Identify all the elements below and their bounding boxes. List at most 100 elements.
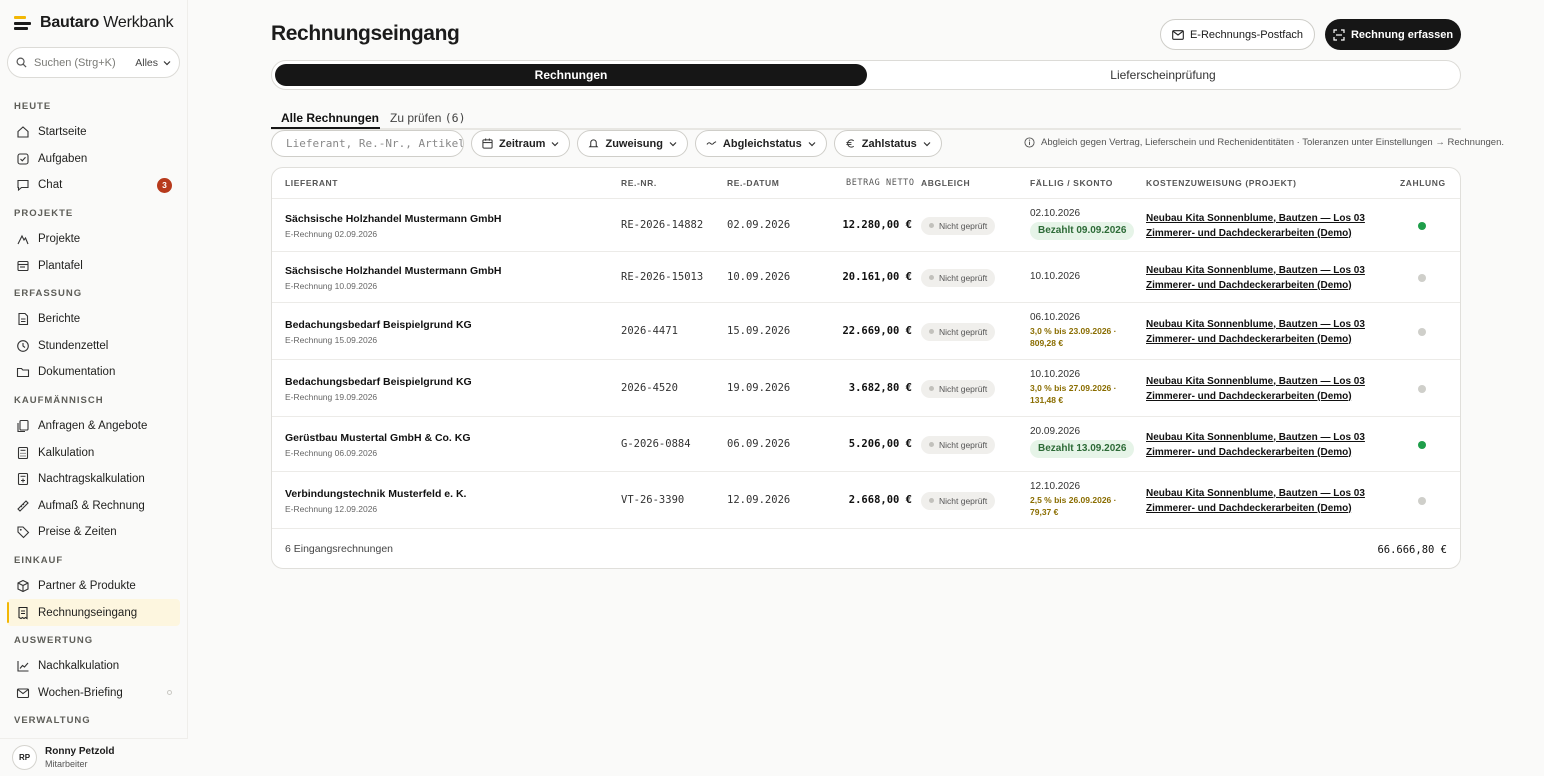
nav-item-berichte[interactable]: Berichte (0, 306, 188, 333)
user-name: Ronny Petzold (45, 746, 115, 757)
search-input[interactable]: Suchen (Strg+K) (34, 57, 135, 69)
supplier-cell: Verbindungstechnik Musterfeld e. K. E-Re… (285, 488, 466, 514)
invoice-number: G-2026-0884 (621, 437, 691, 450)
nav-item-partner-produkte[interactable]: Partner & Produkte (0, 573, 188, 600)
nav-item-anfragen-angebote[interactable]: Anfragen & Angebote (0, 413, 188, 440)
nav-section-verwaltung: VERWALTUNG (14, 715, 91, 727)
filter-match-status[interactable]: Abgleichstatus (694, 130, 827, 157)
payment-status-dot[interactable] (1418, 221, 1426, 230)
nav-item-aufmass-rechnung[interactable]: Aufmaß & Rechnung (0, 493, 188, 520)
table-row[interactable]: Verbindungstechnik Musterfeld e. K. E-Re… (272, 472, 1460, 529)
net-amount: 20.161,00 € (842, 270, 912, 283)
user-menu[interactable]: RP Ronny Petzold Mitarbeiter (0, 738, 188, 776)
nav-section-kaufmaennisch: KAUFMÄNNISCH (14, 394, 104, 406)
global-search[interactable]: Suchen (Strg+K) Alles (7, 47, 180, 78)
invoice-search-input[interactable]: Lieferant, Re.-Nr., Artikel (286, 137, 463, 150)
nav-item-nachtragskalkulation[interactable]: Nachtragskalkulation (0, 466, 188, 493)
status-dot-icon (929, 223, 934, 228)
nav-item-stundenzettel[interactable]: Stundenzettel (0, 333, 188, 360)
project-link[interactable]: Neubau Kita Sonnenblume, Bautzen — Los 0… (1146, 430, 1365, 460)
col-net[interactable]: BETRAG NETTO (846, 178, 915, 188)
chevron-down-icon (669, 141, 677, 146)
project-link[interactable]: Neubau Kita Sonnenblume, Bautzen — Los 0… (1146, 317, 1365, 347)
filter-pay-status[interactable]: Zahlstatus (833, 130, 942, 157)
tab-all-invoices[interactable]: Alle Rechnungen (281, 111, 379, 125)
supplier-name[interactable]: Bedachungsbedarf Beispielgrund KG (285, 376, 472, 388)
supplier-name[interactable]: Sächsische Holzhandel Mustermann GmbH (285, 213, 501, 225)
nav-item-chat[interactable]: Chat 3 (0, 172, 188, 199)
nav-item-preise-zeiten[interactable]: Preise & Zeiten (0, 519, 188, 546)
table-row[interactable]: Bedachungsbedarf Beispielgrund KG E-Rech… (272, 360, 1460, 417)
col-number[interactable]: RE.-NR. (621, 178, 657, 188)
table-row[interactable]: Sächsische Holzhandel Mustermann GmbH E-… (272, 252, 1460, 303)
main-content: Rechnungseingang E-Rechnungs-Postfach Re… (188, 0, 1544, 776)
nav-item-dokumentation[interactable]: Dokumentation (0, 359, 188, 386)
brand[interactable]: Bautaro Werkbank (14, 14, 174, 32)
search-scope[interactable]: Alles (135, 57, 158, 69)
nav-section-heute: HEUTE (14, 101, 52, 112)
supplier-name[interactable]: Verbindungstechnik Musterfeld e. K. (285, 488, 466, 500)
payment-status-dot[interactable] (1418, 440, 1426, 449)
segment-delivery-check[interactable]: Lieferscheinprüfung (867, 64, 1459, 86)
invoice-date: 15.09.2026 (727, 324, 791, 337)
table-row[interactable]: Sächsische Holzhandel Mustermann GmbH E-… (272, 199, 1460, 252)
nav-item-rechnungseingang[interactable]: Rechnungseingang (7, 599, 180, 626)
nav-item-startseite[interactable]: Startseite (0, 119, 188, 146)
payment-status-dot[interactable] (1418, 327, 1426, 336)
e-invoice-mailbox-button[interactable]: E-Rechnungs-Postfach (1160, 19, 1315, 50)
ruler-icon (16, 499, 30, 513)
payment-status-dot[interactable] (1418, 496, 1426, 505)
supplier-cell: Bedachungsbedarf Beispielgrund KG E-Rech… (285, 319, 472, 345)
chevron-down-icon (923, 141, 931, 146)
chevron-down-icon (552, 141, 559, 146)
status-dot-icon (929, 498, 934, 503)
due-cell: 12.10.2026 2,5 % bis 26.09.2026 · 79,37 € (1030, 481, 1116, 518)
project-link[interactable]: Neubau Kita Sonnenblume, Bautzen — Los 0… (1146, 374, 1365, 404)
nav-item-wochen-briefing[interactable]: Wochen-Briefing (0, 680, 188, 707)
main-nav: HEUTE Startseite Aufgaben Chat 3 PROJEKT… (0, 92, 188, 736)
col-supplier[interactable]: LIEFERANT (285, 178, 338, 188)
payment-status-dot[interactable] (1418, 384, 1426, 393)
filter-assignment[interactable]: Zuweisung (577, 130, 688, 157)
project-link[interactable]: Neubau Kita Sonnenblume, Bautzen — Los 0… (1146, 263, 1365, 293)
net-amount: 2.668,00 € (848, 493, 912, 506)
tab-to-review[interactable]: Zu prüfen (6) (390, 111, 466, 125)
col-payment[interactable]: ZAHLUNG (1400, 178, 1446, 188)
nav-section-einkauf: EINKAUF (14, 554, 64, 566)
copy-icon (16, 419, 30, 433)
payment-status-dot[interactable] (1418, 273, 1426, 282)
nav-item-kalkulation[interactable]: Kalkulation (0, 439, 188, 466)
col-date[interactable]: RE.-DATUM (727, 178, 779, 188)
invoice-source: E-Rechnung 06.09.2026 (285, 447, 378, 458)
chevron-down-icon (808, 141, 816, 146)
nav-item-nachkalkulation[interactable]: Nachkalkulation (0, 653, 188, 680)
status-dot-icon (167, 690, 172, 696)
nav-item-plantafel[interactable]: Plantafel (0, 252, 188, 279)
col-due[interactable]: FÄLLIG / SKONTO (1030, 178, 1113, 188)
checkbox-icon (16, 152, 30, 166)
net-amount: 22.669,00 € (842, 324, 912, 337)
invoice-search-field[interactable]: Lieferant, Re.-Nr., Artikel (271, 130, 464, 157)
invoice-source: E-Rechnung 02.09.2026 (285, 228, 378, 239)
invoice-date: 10.09.2026 (727, 270, 791, 283)
supplier-name[interactable]: Gerüstbau Mustertal GmbH & Co. KG (285, 432, 471, 444)
project-link[interactable]: Neubau Kita Sonnenblume, Bautzen — Los 0… (1146, 486, 1365, 516)
due-cell: 10.10.2026 3,0 % bis 27.09.2026 · 131,48 … (1030, 369, 1116, 406)
capture-invoice-button[interactable]: Rechnung erfassen (1325, 19, 1461, 50)
project-link[interactable]: Neubau Kita Sonnenblume, Bautzen — Los 0… (1146, 211, 1365, 241)
supplier-cell: Gerüstbau Mustertal GmbH & Co. KG E-Rech… (285, 432, 471, 458)
col-match[interactable]: ABGLEICH (921, 178, 970, 188)
segment-invoices[interactable]: Rechnungen (275, 64, 867, 86)
nav-item-projekte[interactable]: Projekte (0, 226, 188, 253)
nav-item-aufgaben[interactable]: Aufgaben (0, 146, 188, 173)
supplier-name[interactable]: Sächsische Holzhandel Mustermann GmbH (285, 265, 501, 277)
table-row[interactable]: Bedachungsbedarf Beispielgrund KG E-Rech… (272, 303, 1460, 360)
tab-to-review-count: (6) (444, 111, 466, 125)
home-icon (16, 125, 30, 139)
filter-period[interactable]: Zeitraum (471, 130, 571, 157)
supplier-name[interactable]: Bedachungsbedarf Beispielgrund KG (285, 319, 472, 331)
box-icon (16, 579, 30, 593)
table-row[interactable]: Gerüstbau Mustertal GmbH & Co. KG E-Rech… (272, 417, 1460, 472)
due-cell: 20.09.2026 Bezahlt 13.09.2026 (1030, 426, 1135, 458)
col-cost-assignment[interactable]: KOSTENZUWEISUNG (PROJEKT) (1146, 178, 1297, 188)
